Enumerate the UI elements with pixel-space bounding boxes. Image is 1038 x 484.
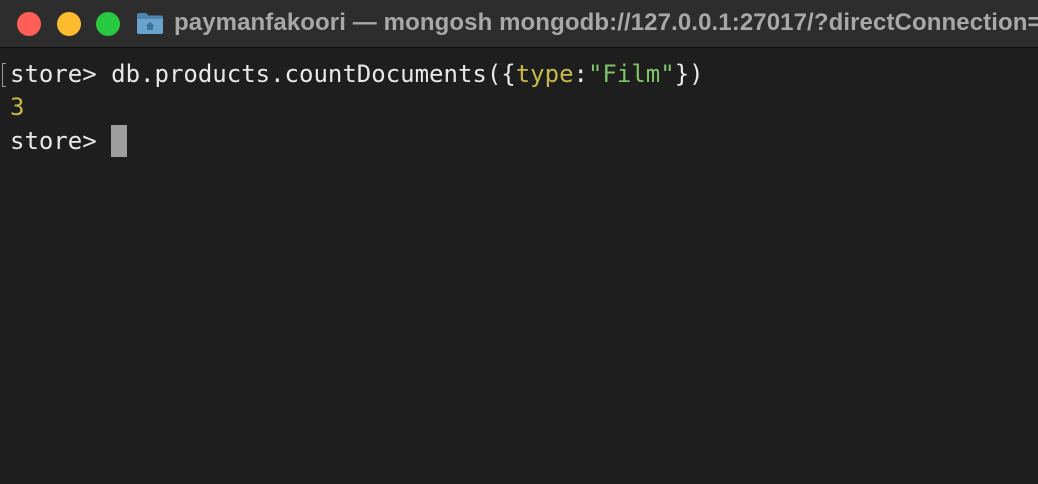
- folder-icon: [137, 13, 163, 34]
- shell-prompt: store>: [10, 60, 112, 88]
- minimize-button[interactable]: [57, 12, 81, 36]
- terminal-window: paymanfakoori — mongosh mongodb://127.0.…: [0, 0, 1038, 484]
- command-close: }): [674, 60, 704, 88]
- window-title: paymanfakoori — mongosh mongodb://127.0.…: [174, 9, 1038, 36]
- command-line: store> db.products.countDocuments({type:…: [10, 57, 704, 91]
- query-key: type: [515, 60, 574, 88]
- title-bar[interactable]: paymanfakoori — mongosh mongodb://127.0.…: [0, 0, 1038, 48]
- terminal-output[interactable]: store> db.products.countDocuments({type:…: [0, 48, 1038, 484]
- query-colon: :: [573, 60, 588, 88]
- command-mark: [2, 63, 6, 87]
- text-cursor: [111, 125, 128, 157]
- close-button[interactable]: [17, 12, 41, 36]
- input-line[interactable]: store>: [10, 124, 128, 158]
- result-line: 3: [10, 90, 24, 124]
- count-result: 3: [10, 93, 25, 121]
- zoom-button[interactable]: [96, 12, 120, 36]
- command-text: db.products.countDocuments({: [111, 60, 516, 88]
- query-value: "Film": [587, 60, 675, 88]
- shell-prompt: store>: [10, 127, 112, 155]
